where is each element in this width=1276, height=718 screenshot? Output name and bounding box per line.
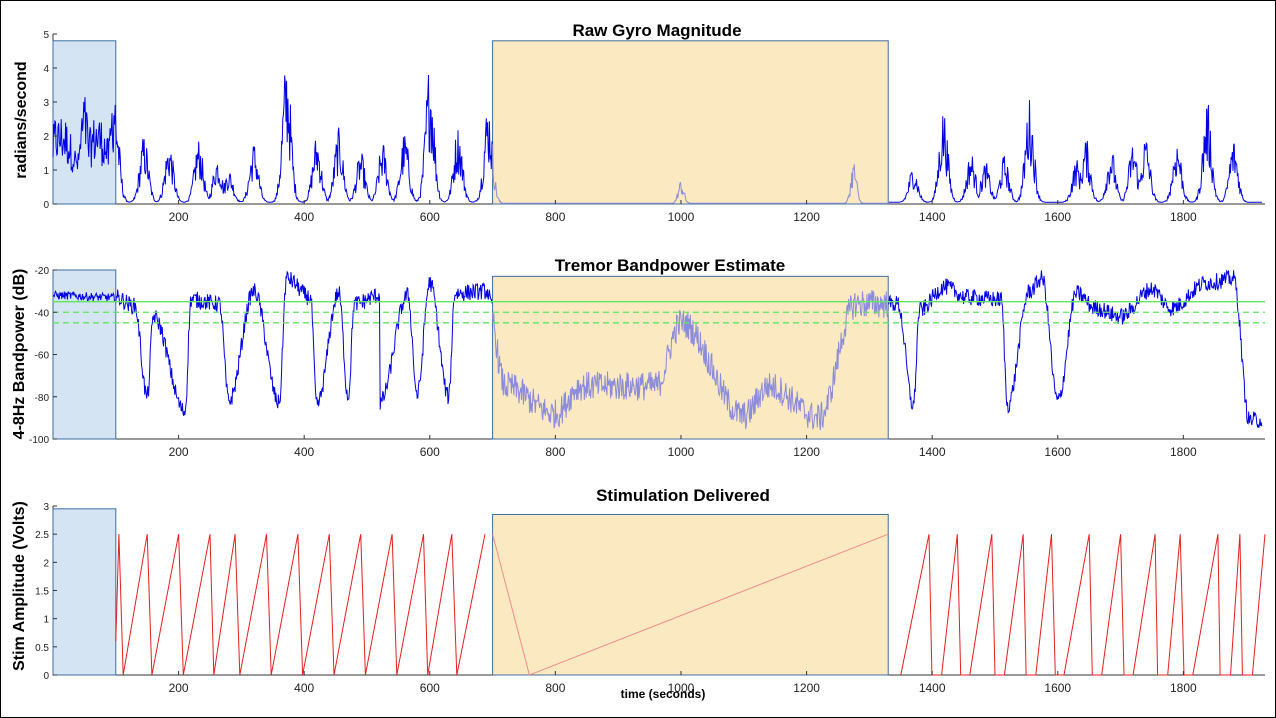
- x-tick-label: 1400: [919, 445, 946, 459]
- x-tick-label: 1600: [1044, 445, 1071, 459]
- series-line-active: [52, 74, 493, 203]
- x-tick-label: 1200: [793, 445, 820, 459]
- panel-1: [52, 33, 1265, 205]
- y-tick-label: 0: [43, 200, 49, 211]
- y-tick-label: 1: [43, 615, 49, 626]
- x-tick-label: 800: [545, 210, 565, 224]
- x-tick-label: 1400: [919, 210, 946, 224]
- y-axis-label: Stim Amplitude (Volts): [11, 501, 28, 671]
- x-tick-label: 1600: [1044, 681, 1071, 695]
- x-tick-label: 1200: [793, 210, 820, 224]
- y-tick-label: 0: [43, 671, 49, 682]
- y-tick-label: -80: [35, 393, 50, 404]
- x-tick-label: 400: [294, 210, 314, 224]
- x-tick-label: 1400: [919, 681, 946, 695]
- x-tick-label: 200: [169, 681, 189, 695]
- chart-title: Tremor Bandpower Estimate: [555, 256, 786, 275]
- y-tick-label: 3: [43, 98, 49, 109]
- stim-hold-region: [492, 40, 889, 205]
- x-tick-label: 400: [294, 445, 314, 459]
- x-tick-label: 1000: [668, 445, 695, 459]
- x-tick-label: 200: [169, 210, 189, 224]
- y-tick-label: 1.5: [35, 587, 49, 598]
- x-tick-label: 1600: [1044, 210, 1071, 224]
- chart-canvas: 200 400 600 800 1000 1200 1400 1600 1800012345 Ra…: [11, 21, 1266, 701]
- y-axis-label: 4-8Hz Bandpower (dB): [11, 269, 28, 440]
- y-tick-label: 2.5: [35, 530, 49, 541]
- y-tick-label: 1: [43, 166, 49, 177]
- stim-hold-region: [492, 275, 889, 440]
- y-tick-label: -40: [35, 308, 50, 319]
- x-tick-label: 400: [294, 681, 314, 695]
- series-line-active: [115, 534, 486, 676]
- series-line-active: [888, 269, 1263, 429]
- y-axis-label: radians/second: [13, 61, 30, 178]
- series-line-active: [52, 270, 493, 416]
- y-tick-label: -100: [29, 435, 49, 446]
- y-tick-label: -20: [35, 266, 50, 277]
- x-tick-label: 1200: [793, 681, 820, 695]
- y-tick-label: 2: [43, 132, 49, 143]
- x-tick-label: 600: [420, 681, 440, 695]
- x-tick-label: 800: [545, 445, 565, 459]
- panel-2: [52, 269, 1265, 440]
- x-tick-label: 600: [420, 445, 440, 459]
- y-tick-label: 3: [43, 502, 49, 513]
- x-tick-label: 200: [169, 445, 189, 459]
- y-tick-label: -60: [35, 351, 50, 362]
- baseline-region: [52, 40, 117, 205]
- x-tick-label: 1800: [1170, 681, 1197, 695]
- series-line-active: [888, 100, 1262, 203]
- x-tick-label: 1800: [1170, 445, 1197, 459]
- panel-3: [52, 505, 1266, 676]
- x-tick-label: 600: [420, 210, 440, 224]
- y-tick-label: 2: [43, 558, 49, 569]
- figure: 200 400 600 800 1000 1200 1400 1600 1800 0 1 2 3 4 5 Ra…: [0, 0, 1276, 718]
- y-tick-label: 4: [43, 64, 49, 75]
- chart-title: Stimulation Delivered: [596, 486, 770, 505]
- x-tick-label: 1000: [668, 210, 695, 224]
- baseline-region: [52, 508, 117, 676]
- y-tick-label: 0.5: [35, 643, 49, 654]
- chart-title: Raw Gyro Magnitude: [572, 21, 741, 40]
- stim-hold-region: [492, 513, 889, 676]
- y-tick-label: 5: [43, 30, 49, 41]
- x-axis-label: time (seconds): [621, 687, 706, 701]
- series-line-active: [900, 534, 1266, 676]
- x-tick-label: 800: [545, 681, 565, 695]
- x-tick-label: 1800: [1170, 210, 1197, 224]
